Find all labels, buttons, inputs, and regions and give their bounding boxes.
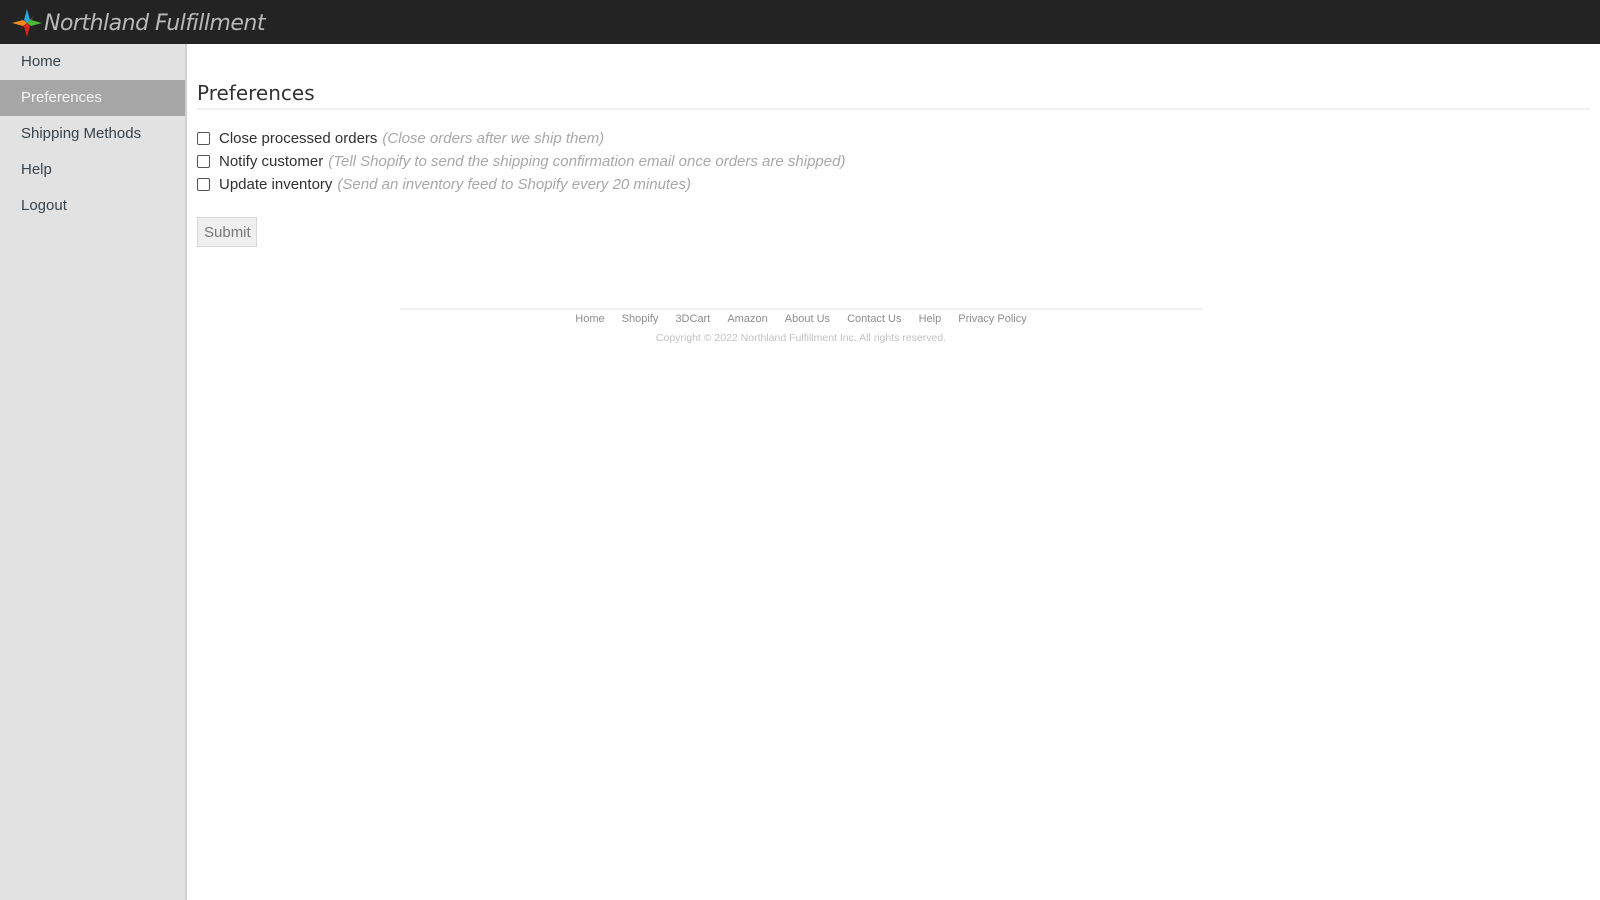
submit-button[interactable]: Submit bbox=[197, 217, 257, 247]
option-hint: (Tell Shopify to send the shipping confi… bbox=[328, 153, 846, 170]
option-notify-customer: Notify customer (Tell Shopify to send th… bbox=[197, 150, 845, 173]
option-update-inventory: Update inventory (Send an inventory feed… bbox=[197, 173, 845, 196]
option-label[interactable]: Close processed orders bbox=[219, 130, 377, 147]
sidebar-item-home[interactable]: Home bbox=[0, 44, 185, 80]
footer-link-about-us[interactable]: About Us bbox=[785, 313, 830, 325]
preferences-options: Close processed orders (Close orders aft… bbox=[197, 127, 845, 196]
option-hint: (Close orders after we ship them) bbox=[382, 130, 605, 147]
option-hint: (Send an inventory feed to Shopify every… bbox=[337, 176, 691, 193]
footer-link-privacy-policy[interactable]: Privacy Policy bbox=[958, 313, 1026, 325]
logo-icon[interactable] bbox=[10, 7, 44, 39]
sidebar-item-shipping-methods[interactable]: Shipping Methods bbox=[0, 116, 185, 152]
copyright-text: Copyright © 2022 Northland Fulfillment I… bbox=[655, 332, 947, 344]
footer-link-home[interactable]: Home bbox=[575, 313, 604, 325]
top-header: Northland Fulfillment bbox=[0, 0, 1600, 44]
sidebar-item-help[interactable]: Help bbox=[0, 152, 185, 188]
update-inventory-checkbox[interactable] bbox=[197, 178, 210, 191]
footer-link-shopify[interactable]: Shopify bbox=[622, 313, 659, 325]
footer-link-3dcart[interactable]: 3DCart bbox=[675, 313, 710, 325]
footer-links: Home Shopify 3DCart Amazon About Us Cont… bbox=[400, 313, 1202, 325]
page-title: Preferences bbox=[197, 81, 1590, 110]
footer: Home Shopify 3DCart Amazon About Us Cont… bbox=[400, 308, 1202, 344]
option-close-processed-orders: Close processed orders (Close orders aft… bbox=[197, 127, 845, 150]
sidebar-item-logout[interactable]: Logout bbox=[0, 188, 185, 224]
sidebar: Home Preferences Shipping Methods Help L… bbox=[0, 44, 187, 900]
option-label[interactable]: Notify customer bbox=[219, 153, 323, 170]
close-processed-orders-checkbox[interactable] bbox=[197, 132, 210, 145]
footer-link-help[interactable]: Help bbox=[919, 313, 942, 325]
footer-link-contact-us[interactable]: Contact Us bbox=[847, 313, 901, 325]
sidebar-item-preferences[interactable]: Preferences bbox=[0, 80, 185, 116]
notify-customer-checkbox[interactable] bbox=[197, 155, 210, 168]
option-label[interactable]: Update inventory bbox=[219, 176, 332, 193]
footer-link-amazon[interactable]: Amazon bbox=[727, 313, 767, 325]
brand-name[interactable]: Northland Fulfillment bbox=[44, 11, 265, 36]
